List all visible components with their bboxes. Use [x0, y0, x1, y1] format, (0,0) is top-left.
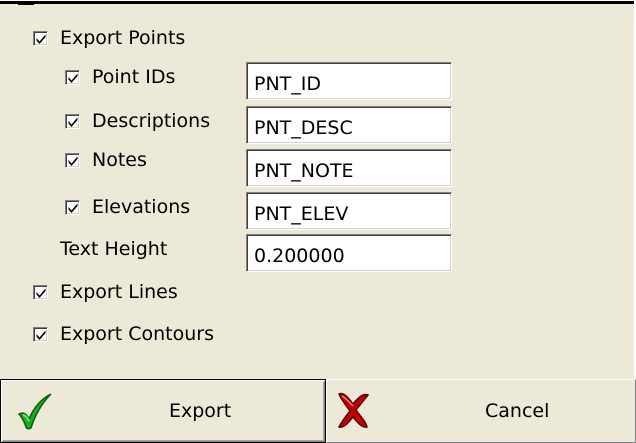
point-ids-option[interactable]: Point IDs [65, 64, 175, 90]
export-button-label: Export [169, 400, 232, 422]
point-ids-checkbox[interactable] [65, 69, 80, 85]
notes-checkbox[interactable] [65, 152, 80, 168]
text-height-label: Text Height [60, 238, 168, 260]
notes-field[interactable] [246, 149, 452, 187]
point-ids-field[interactable] [246, 62, 452, 100]
dialog-panel: Export Points Point IDs Descriptions Not… [0, 0, 636, 443]
elevations-option[interactable]: Elevations [65, 194, 190, 220]
export-lines-label: Export Lines [60, 281, 178, 303]
point-ids-label: Point IDs [92, 66, 176, 88]
export-points-label: Export Points [60, 27, 186, 49]
top-border [0, 1, 636, 5]
export-points-checkbox[interactable] [33, 30, 48, 46]
descriptions-checkbox[interactable] [65, 113, 80, 129]
export-contours-checkbox[interactable] [33, 326, 48, 342]
descriptions-field[interactable] [246, 106, 452, 144]
green-checkmark-icon [17, 393, 52, 430]
cancel-button[interactable]: Cancel [326, 379, 636, 443]
elevations-label: Elevations [92, 196, 191, 218]
export-contours-option[interactable]: Export Contours [33, 321, 214, 347]
cancel-button-label: Cancel [485, 400, 550, 422]
export-lines-option[interactable]: Export Lines [33, 279, 178, 305]
text-height-field[interactable] [246, 234, 452, 272]
export-contours-label: Export Contours [60, 323, 214, 345]
notes-option[interactable]: Notes [65, 147, 147, 173]
export-lines-checkbox[interactable] [33, 284, 48, 300]
export-button[interactable]: Export [0, 379, 326, 443]
notes-label: Notes [92, 149, 147, 171]
elevations-field[interactable] [246, 192, 452, 230]
elevations-checkbox[interactable] [65, 199, 80, 215]
export-points-option[interactable]: Export Points [33, 25, 185, 51]
descriptions-option[interactable]: Descriptions [65, 108, 210, 134]
descriptions-label: Descriptions [92, 110, 211, 132]
